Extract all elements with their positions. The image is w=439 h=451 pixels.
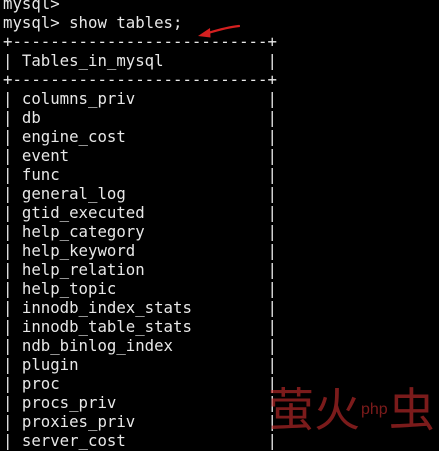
table-row: | db | [3, 108, 277, 127]
watermark: 萤火 php 虫 [268, 382, 435, 438]
table-row: | procs_priv | [3, 393, 277, 412]
table-row: | gtid_executed | [3, 203, 277, 222]
table-row: | help_relation | [3, 260, 277, 279]
table-row: | ndb_binlog_index | [3, 336, 277, 355]
table-row: | general_log | [3, 184, 277, 203]
table-row: | innodb_table_stats | [3, 317, 277, 336]
table-header-line: | Tables_in_mysql | [3, 51, 277, 70]
terminal-line: mysql> [3, 0, 60, 13]
terminal-window[interactable]: mysql> mysql> show tables; +------------… [0, 0, 439, 451]
table-row: | proxies_priv | [3, 412, 277, 431]
table-row: | func | [3, 165, 277, 184]
watermark-php-text: php [361, 401, 388, 418]
table-row: | plugin | [3, 355, 277, 374]
table-row: | proc | [3, 374, 277, 393]
watermark-text: 虫 [388, 383, 435, 437]
arrow-left-icon [198, 24, 240, 38]
table-row: | help_keyword | [3, 241, 277, 260]
table-row: | event | [3, 146, 277, 165]
table-row: | server_cost | [3, 431, 277, 450]
table-row: | help_category | [3, 222, 277, 241]
table-row: | engine_cost | [3, 127, 277, 146]
table-row: | innodb_index_stats | [3, 298, 277, 317]
table-row: | columns_priv | [3, 89, 277, 108]
watermark-text: 萤火 [268, 383, 360, 437]
table-row: | help_topic | [3, 279, 277, 298]
table-border-line: +---------------------------+ [3, 70, 277, 89]
terminal-output: mysql> mysql> show tables; +------------… [3, 0, 277, 450]
